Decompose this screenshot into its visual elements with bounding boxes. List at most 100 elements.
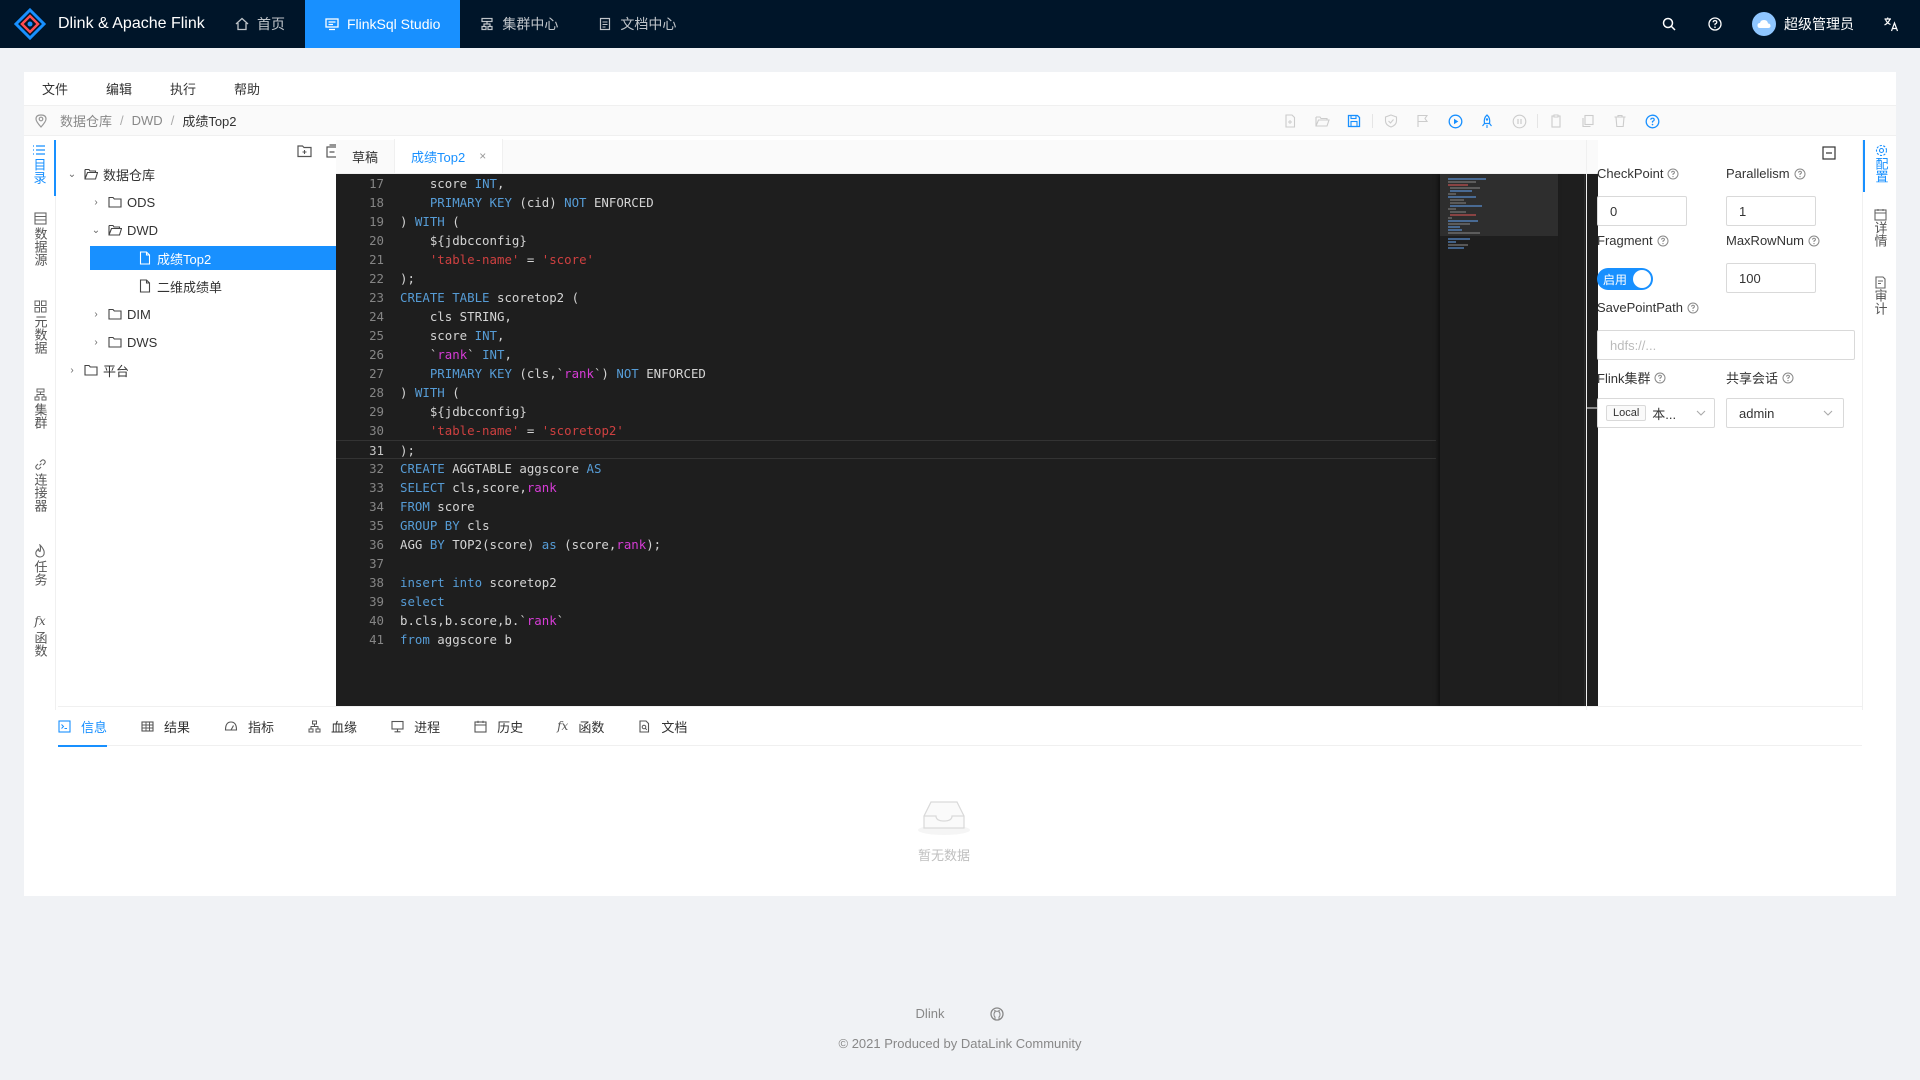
chevron-down-icon[interactable]: ⌄ xyxy=(66,169,78,180)
tree-node-platform[interactable]: › 平台 xyxy=(66,358,129,382)
maxrownum-input[interactable]: 100 xyxy=(1726,263,1816,293)
console-tab-function[interactable]: fx 函数 xyxy=(557,706,604,746)
language-switch-button[interactable] xyxy=(1868,0,1914,48)
nav-document-center[interactable]: 文档中心 xyxy=(578,0,696,48)
console-icon xyxy=(325,18,339,31)
menu-run[interactable]: 执行 xyxy=(170,79,196,98)
question-circle-icon[interactable] xyxy=(1782,372,1794,384)
editor-tab-draft[interactable]: 草稿 xyxy=(336,139,396,173)
side-tab-metadata[interactable]: 元数据 xyxy=(24,300,56,354)
side-tab-config[interactable]: 配置 xyxy=(1863,140,1897,192)
code-line: 41 from aggscore b xyxy=(369,632,512,647)
nav-home[interactable]: 首页 xyxy=(215,0,305,48)
flink-cluster-select[interactable]: Local 本... xyxy=(1597,398,1715,428)
chevron-right-icon[interactable]: › xyxy=(66,365,78,376)
side-tab-audit[interactable]: 审计 xyxy=(1863,276,1897,315)
parallelism-input[interactable]: 1 xyxy=(1726,196,1816,226)
side-tab-detail[interactable]: 详情 xyxy=(1863,208,1897,247)
checkpoint-input[interactable]: 0 xyxy=(1597,196,1687,226)
dlink-logo-icon xyxy=(14,8,46,40)
help-doc-button[interactable] xyxy=(1636,114,1668,129)
footer-link-dlink[interactable]: Dlink xyxy=(916,1006,945,1021)
tree-node-ods[interactable]: › ODS xyxy=(90,190,155,214)
side-tab-connector[interactable]: 连接器 xyxy=(24,458,56,512)
side-tab-function[interactable]: fx 函数 xyxy=(24,614,56,657)
savepoint-input[interactable]: hdfs://... xyxy=(1597,330,1855,360)
explain-button[interactable] xyxy=(1407,114,1439,128)
global-search-button[interactable] xyxy=(1646,0,1692,48)
console-tab-process[interactable]: 进程 xyxy=(391,706,440,746)
brand[interactable]: Dlink & Apache Flink xyxy=(0,0,215,48)
check-button[interactable] xyxy=(1375,114,1407,128)
question-circle-icon[interactable] xyxy=(1657,235,1669,247)
close-icon[interactable]: × xyxy=(479,149,486,163)
console-tab-docs[interactable]: 文档 xyxy=(638,706,687,746)
code-line: 38 insert into scoretop2 xyxy=(369,575,557,590)
console-tab-label: 血缘 xyxy=(331,719,358,735)
question-circle-icon[interactable] xyxy=(1667,168,1679,180)
help-button[interactable] xyxy=(1692,0,1738,48)
menu-edit[interactable]: 编辑 xyxy=(106,79,132,98)
save-button[interactable] xyxy=(1338,114,1370,128)
side-tab-catalog[interactable]: 目录 xyxy=(24,140,56,196)
sql-editor[interactable]: 17 score INT, 18 PRIMARY KEY (cid) NOT E… xyxy=(336,174,1598,706)
open-button[interactable] xyxy=(1306,114,1338,128)
menu-help[interactable]: 帮助 xyxy=(234,79,260,98)
savepoint-label: SavePointPath xyxy=(1597,300,1699,315)
tree-node-score-top2[interactable]: 成绩Top2 xyxy=(90,246,348,270)
dashboard-icon xyxy=(224,720,238,731)
console-tab-info[interactable]: 信息 xyxy=(58,706,108,747)
side-tab-label: 配置 xyxy=(1873,157,1889,183)
flag-icon xyxy=(1417,114,1429,127)
side-tab-datasource[interactable]: 数据源 xyxy=(24,212,56,266)
chevron-right-icon[interactable]: › xyxy=(90,197,102,208)
folder-open-icon xyxy=(1314,116,1330,127)
code-line: 26 `rank` INT, xyxy=(369,347,512,362)
chevron-down-icon[interactable]: ⌄ xyxy=(90,225,102,236)
question-circle-icon[interactable] xyxy=(1654,372,1666,384)
console-tab-metrics[interactable]: 指标 xyxy=(224,706,274,746)
question-circle-icon[interactable] xyxy=(1794,168,1806,180)
nav-cluster-center[interactable]: 集群中心 xyxy=(460,0,578,48)
console-tab-result[interactable]: 结果 xyxy=(141,706,190,746)
duplicate-button[interactable] xyxy=(1572,114,1604,128)
side-tab-task[interactable]: 任务 xyxy=(24,544,56,586)
maxrownum-label: MaxRowNum xyxy=(1726,233,1820,248)
fragment-switch-text: 启用 xyxy=(1603,272,1628,287)
stop-button[interactable] xyxy=(1503,114,1535,129)
console-tab-history[interactable]: 历史 xyxy=(474,706,523,746)
fragment-switch[interactable]: 启用 xyxy=(1597,268,1653,290)
question-circle-icon[interactable] xyxy=(1808,235,1820,247)
shared-session-select[interactable]: admin xyxy=(1726,398,1844,428)
chevron-right-icon[interactable]: › xyxy=(90,309,102,320)
question-circle-icon[interactable] xyxy=(1687,302,1699,314)
folder-icon xyxy=(108,308,122,320)
user-menu[interactable]: 超级管理员 xyxy=(1738,0,1868,48)
editor-tab-score-top2[interactable]: 成绩Top2 × xyxy=(395,139,504,173)
nav-flinksql-studio[interactable]: FlinkSql Studio xyxy=(305,0,461,48)
submit-button[interactable] xyxy=(1471,113,1503,129)
folder-add-icon[interactable] xyxy=(297,144,312,158)
side-tab-cluster[interactable]: 集群 xyxy=(24,388,56,429)
menu-file[interactable]: 文件 xyxy=(42,79,68,98)
breadcrumb-item-warehouse[interactable]: 数据仓库 xyxy=(60,111,112,130)
tree-node-dwd[interactable]: ⌄ DWD xyxy=(90,218,158,242)
code-minimap[interactable] xyxy=(1440,174,1558,706)
tree-node-score-sheet[interactable]: 二维成绩单 xyxy=(138,274,222,298)
copy-button[interactable] xyxy=(1540,114,1572,128)
pause-circle-icon xyxy=(1512,114,1526,128)
new-file-button[interactable] xyxy=(1274,114,1306,128)
empty-text: 暂无数据 xyxy=(917,848,970,863)
execute-button[interactable] xyxy=(1439,114,1471,129)
github-icon[interactable] xyxy=(990,1006,1005,1021)
safety-check-icon xyxy=(1384,114,1398,128)
tree-node-dim[interactable]: › DIM xyxy=(90,302,151,326)
tree-node-warehouse[interactable]: ⌄ 数据仓库 xyxy=(66,162,155,186)
minus-square-icon[interactable] xyxy=(1822,146,1836,160)
tree-node-dws[interactable]: › DWS xyxy=(90,330,157,354)
link-icon xyxy=(34,459,46,470)
breadcrumb-item-dwd[interactable]: DWD xyxy=(132,113,163,128)
chevron-right-icon[interactable]: › xyxy=(90,337,102,348)
console-tab-lineage[interactable]: 血缘 xyxy=(308,706,357,746)
delete-button[interactable] xyxy=(1604,114,1636,128)
